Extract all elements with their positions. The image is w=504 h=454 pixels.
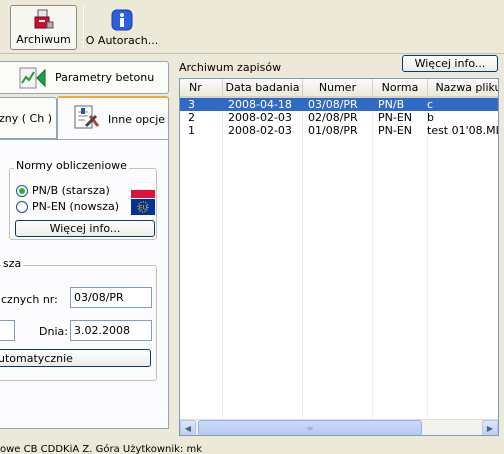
cell-nr: 2 <box>188 111 195 124</box>
table-row[interactable]: 2 2008-02-03 02/08/PR PN-EN b <box>180 111 498 124</box>
cell-number: 03/08/PR <box>308 98 358 111</box>
norm-pnen-radio-dot[interactable] <box>16 200 28 213</box>
archive-list[interactable]: Nr Data badania Numer Norma Nazwa pliku … <box>179 78 499 436</box>
norm-pnb-radio-dot[interactable] <box>16 184 28 197</box>
archive-title: Archiwum zapisów <box>179 61 282 74</box>
tab-other-options[interactable]: Inne opcje <box>57 96 169 141</box>
cell-nr: 1 <box>188 124 195 137</box>
status-bar: owe CB CDDKiA Z. Góra Użytkownik: mk <box>0 444 504 454</box>
column-header-date[interactable]: Data badania <box>223 79 303 96</box>
scroll-thumb[interactable]: ≡ <box>198 420 422 435</box>
archive-label: Archiwum <box>16 33 71 46</box>
grid-line <box>222 98 223 421</box>
cell-date: 2008-04-18 <box>228 98 292 111</box>
column-header-nr-label: Nr <box>189 81 202 94</box>
cell-filename: c <box>427 98 434 111</box>
report-group-title: sza <box>1 257 24 270</box>
about-authors-button[interactable]: O Autorach... <box>85 5 159 50</box>
column-header-norm[interactable]: Norma <box>373 79 428 96</box>
parameters-icon <box>19 67 46 89</box>
table-row[interactable]: 1 2008-02-03 01/08/PR PN-EN test 01'08.M… <box>180 124 498 137</box>
norms-more-info-button[interactable]: Więcej info... <box>15 220 155 237</box>
auto-number-button[interactable]: utomatycznie <box>0 349 151 367</box>
scroll-right-arrow-icon[interactable]: ▶ <box>482 420 498 435</box>
cell-date: 2008-02-03 <box>228 111 292 124</box>
grid-line <box>427 98 428 421</box>
column-header-date-label: Data badania <box>225 81 300 94</box>
date-label: Dnia: <box>39 325 68 338</box>
list-header: Nr Data badania Numer Norma Nazwa pliku <box>180 79 499 98</box>
grid-line <box>372 98 373 421</box>
status-text: owe CB CDDKiA Z. Góra Użytkownik: mk <box>0 444 203 454</box>
cell-norm: PN/B <box>378 98 405 111</box>
column-header-nr[interactable]: Nr <box>180 79 223 96</box>
cell-number: 01/08/PR <box>308 124 358 137</box>
number-field[interactable]: 03/08/PR <box>70 287 152 308</box>
column-header-norm-label: Norma <box>381 81 419 94</box>
tools-icon <box>74 105 100 129</box>
cell-filename: b <box>427 111 434 124</box>
tab-concrete-parameters[interactable]: Parametry betonu <box>0 61 169 94</box>
number-field-value: 03/08/PR <box>74 291 124 304</box>
archive-icon <box>34 9 53 29</box>
date-field[interactable]: 3.02.2008 <box>70 320 152 341</box>
cell-filename: test 01'08.MLN <box>427 124 498 137</box>
info-icon <box>111 9 133 31</box>
cell-date: 2008-02-03 <box>228 124 292 137</box>
toolbar-separator <box>83 6 84 48</box>
norm-pnen-label: PN-EN (nowsza) <box>32 200 120 213</box>
cell-norm: PN-EN <box>378 124 413 137</box>
norms-group-title: Normy obliczeniowe <box>14 159 129 172</box>
column-header-filename-label: Nazwa pliku <box>435 81 499 94</box>
partial-field[interactable] <box>0 320 15 341</box>
archive-more-info-label: Więcej info... <box>414 57 486 70</box>
horizontal-scrollbar[interactable]: ◀ ≡ ▶ <box>180 419 498 435</box>
norms-more-info-label: Więcej info... <box>49 222 121 235</box>
tab-concrete-parameters-label: Parametry betonu <box>55 71 155 84</box>
cell-nr: 3 <box>188 98 195 111</box>
tab-other-options-label: Inne opcje <box>108 113 166 126</box>
cell-norm: PN-EN <box>378 111 413 124</box>
options-panel: Normy obliczeniowe PN/B (starsza) PN-EN … <box>0 139 169 429</box>
tab-partial-left[interactable]: zny ( Ch ) <box>0 97 57 139</box>
archive-more-info-button[interactable]: Więcej info... <box>402 55 498 72</box>
toolbar: Archiwum O Autorach... <box>0 0 504 54</box>
poland-flag-icon <box>131 182 155 198</box>
column-header-filename[interactable]: Nazwa pliku <box>428 79 499 96</box>
table-row[interactable]: 3 2008-04-18 03/08/PR PN/B c <box>180 98 498 111</box>
eu-flag-icon: EU <box>131 199 155 215</box>
cell-number: 02/08/PR <box>308 111 358 124</box>
tab-partial-left-label: zny ( Ch ) <box>0 111 52 125</box>
norm-pnb-radio[interactable]: PN/B (starsza) <box>16 184 110 197</box>
archive-button[interactable]: Archiwum <box>10 5 77 50</box>
scroll-left-arrow-icon[interactable]: ◀ <box>180 420 196 435</box>
date-field-value: 3.02.2008 <box>74 324 130 337</box>
column-header-number-label: Numer <box>318 81 357 94</box>
about-authors-label: O Autorach... <box>85 34 159 47</box>
number-label: cznych nr: <box>1 293 58 306</box>
grid-line <box>302 98 303 421</box>
column-header-number[interactable]: Numer <box>303 79 373 96</box>
auto-number-label: utomatycznie <box>0 351 73 365</box>
svg-text:EU: EU <box>139 205 147 212</box>
norm-pnen-radio[interactable]: PN-EN (nowsza) <box>16 200 119 213</box>
norm-pnb-label: PN/B (starsza) <box>32 184 110 197</box>
